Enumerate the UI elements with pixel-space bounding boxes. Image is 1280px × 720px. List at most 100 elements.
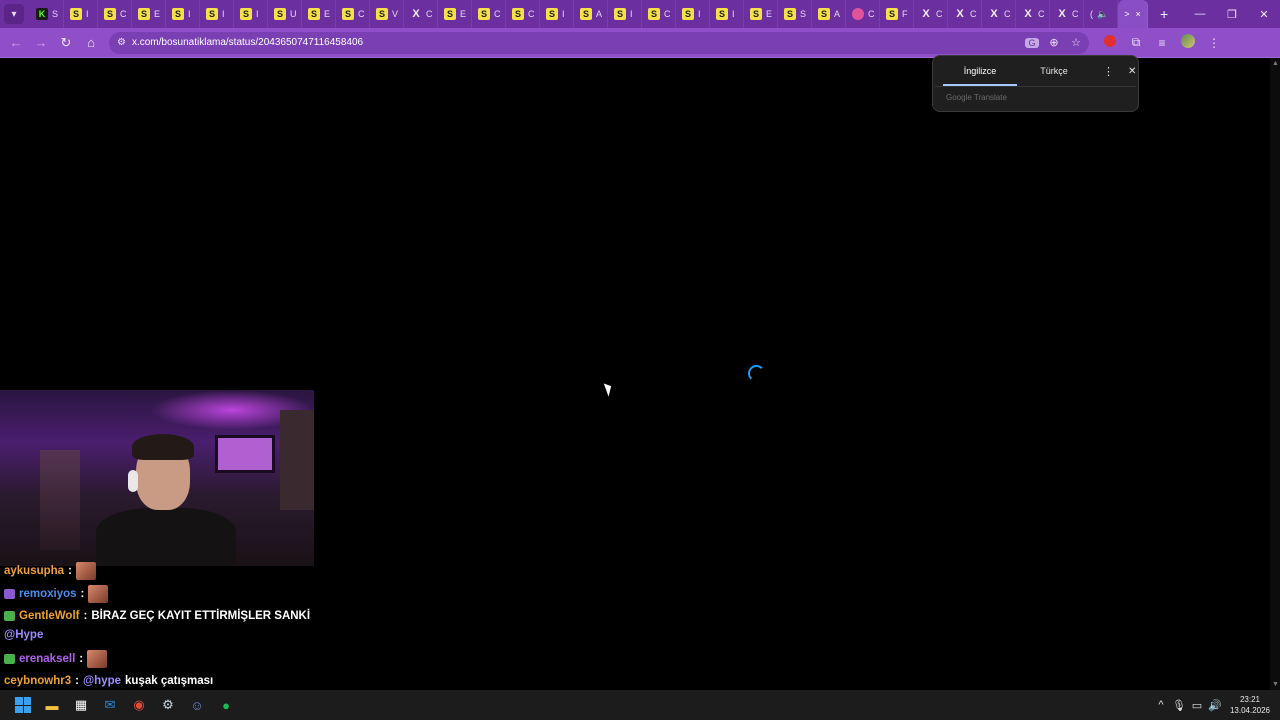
tab-21[interactable]: SE: [744, 0, 778, 28]
tab-19[interactable]: SI: [676, 0, 710, 28]
microphone-icon[interactable]: 🎙: [1170, 699, 1188, 712]
speaker-icon: 🔈: [1097, 8, 1109, 19]
chat-username: aykusupha: [4, 565, 65, 577]
tab-10[interactable]: SV: [370, 0, 404, 28]
tab-11[interactable]: XC: [404, 0, 438, 28]
translate-options-icon[interactable]: ⋮: [1103, 65, 1114, 78]
tab-active[interactable]: > ×: [1118, 0, 1148, 28]
chrome-icon[interactable]: ◉: [128, 694, 150, 716]
tab-5[interactable]: SI: [200, 0, 234, 28]
tab-title: I: [698, 9, 701, 19]
tab-title: U: [290, 9, 297, 19]
file-explorer-icon[interactable]: ▬: [41, 694, 63, 716]
s-site-icon: S: [886, 8, 898, 20]
tab-2[interactable]: SC: [98, 0, 132, 28]
tab-list: KSSISCSESISISISUSESCSVXCSESCSCSISASISCSI…: [30, 0, 1084, 28]
discord-icon[interactable]: ☺: [186, 694, 208, 716]
tab-15[interactable]: SI: [540, 0, 574, 28]
tab-24[interactable]: C: [846, 0, 880, 28]
scroll-down-icon[interactable]: ▼: [1272, 681, 1279, 688]
network-icon[interactable]: ▭: [1188, 699, 1206, 712]
spotify-icon[interactable]: ●: [215, 694, 237, 716]
tab-28[interactable]: XC: [982, 0, 1016, 28]
close-translate-icon[interactable]: ✕: [1128, 66, 1136, 77]
tab-3[interactable]: SE: [132, 0, 166, 28]
mouse-cursor-icon: [603, 381, 615, 397]
tab-0[interactable]: KS: [30, 0, 64, 28]
tab-4[interactable]: SI: [166, 0, 200, 28]
site-info-icon[interactable]: ⚙: [117, 37, 126, 48]
restore-icon[interactable]: ❐: [1216, 0, 1248, 28]
tab-26[interactable]: XC: [914, 0, 948, 28]
target-language-tab[interactable]: Türkçe: [1017, 56, 1091, 86]
profile-avatar-icon[interactable]: [1181, 34, 1195, 51]
home-icon[interactable]: ⌂: [79, 31, 103, 55]
reload-icon[interactable]: ↻: [54, 31, 78, 55]
close-tab-icon[interactable]: ×: [1136, 9, 1141, 19]
tab-27[interactable]: XC: [948, 0, 982, 28]
tab-title: I: [732, 9, 735, 19]
tab-12[interactable]: SE: [438, 0, 472, 28]
toolbar-actions: ⧉ ≡ ⋮: [1103, 34, 1221, 51]
steam-icon[interactable]: ⚙: [157, 694, 179, 716]
tray-overflow-icon[interactable]: ^: [1152, 699, 1170, 711]
bookmark-star-icon[interactable]: ☆: [1069, 36, 1083, 49]
tab-22[interactable]: SS: [778, 0, 812, 28]
chat-badge-icon: [4, 611, 15, 621]
kebab-menu-icon[interactable]: ⋮: [1207, 36, 1221, 50]
tab-title: V: [392, 9, 399, 19]
tab-18[interactable]: SC: [642, 0, 676, 28]
close-window-icon[interactable]: ✕: [1248, 0, 1280, 28]
forward-icon[interactable]: →: [29, 31, 53, 55]
s-site-icon: S: [104, 8, 116, 20]
clock-date: 13.04.2026: [1229, 706, 1271, 715]
tab-title: I: [256, 9, 259, 19]
translate-icon[interactable]: G: [1025, 37, 1039, 48]
tab-14[interactable]: SC: [506, 0, 540, 28]
page-scrollbar[interactable]: ▲ ▼: [1270, 58, 1280, 690]
minimize-icon[interactable]: —: [1184, 0, 1216, 28]
windows-start-icon[interactable]: [12, 694, 34, 716]
volume-icon[interactable]: 🔊: [1206, 699, 1224, 712]
s-site-icon: S: [274, 8, 286, 20]
x-icon: X: [1058, 7, 1066, 20]
chat-username: erenaksell: [19, 653, 76, 665]
tab-7[interactable]: SU: [268, 0, 302, 28]
tab-23[interactable]: SA: [812, 0, 846, 28]
chat-emote-icon: [87, 650, 108, 668]
microsoft-store-icon[interactable]: ▦: [70, 694, 92, 716]
address-bar[interactable]: ⚙ x.com/bosunatiklama/status/20436507471…: [109, 31, 1089, 54]
media-control-icon[interactable]: ≡: [1155, 36, 1169, 50]
tab-letter: (: [1090, 9, 1093, 19]
tab-13[interactable]: SC: [472, 0, 506, 28]
tab-search-button[interactable]: ▾: [4, 4, 24, 24]
tab-16[interactable]: SA: [574, 0, 608, 28]
tab-9[interactable]: SC: [336, 0, 370, 28]
back-icon[interactable]: ←: [4, 31, 28, 55]
browser-toolbar: ← → ↻ ⌂ ⚙ x.com/bosunatiklama/status/204…: [0, 28, 1280, 58]
outlook-icon[interactable]: ✉: [99, 694, 121, 716]
tab-audio[interactable]: ( 🔈: [1084, 0, 1118, 28]
chat-separator: :: [83, 610, 88, 622]
address-bar-actions: G ⊕ ☆: [1025, 36, 1089, 49]
tab-6[interactable]: SI: [234, 0, 268, 28]
s-site-icon: S: [478, 8, 490, 20]
system-clock[interactable]: 23:21 13.04.2026: [1224, 694, 1276, 716]
zoom-icon[interactable]: ⊕: [1047, 36, 1061, 49]
adblock-extension-icon[interactable]: [1103, 35, 1117, 50]
screen: ▾ KSSISCSESISISISUSESCSVXCSESCSCSISASISC…: [0, 0, 1280, 720]
chat-mention: @hype: [82, 675, 122, 687]
tab-8[interactable]: SE: [302, 0, 336, 28]
tab-17[interactable]: SI: [608, 0, 642, 28]
tab-1[interactable]: SI: [64, 0, 98, 28]
tab-30[interactable]: XC: [1050, 0, 1084, 28]
tab-title: E: [324, 9, 331, 19]
extensions-puzzle-icon[interactable]: ⧉: [1129, 35, 1143, 50]
source-language-tab[interactable]: İngilizce: [943, 56, 1017, 86]
tab-title: E: [460, 9, 467, 19]
new-tab-button[interactable]: +: [1160, 6, 1168, 22]
scroll-up-icon[interactable]: ▲: [1272, 60, 1279, 67]
tab-25[interactable]: SF: [880, 0, 914, 28]
tab-20[interactable]: SI: [710, 0, 744, 28]
tab-29[interactable]: XC: [1016, 0, 1050, 28]
